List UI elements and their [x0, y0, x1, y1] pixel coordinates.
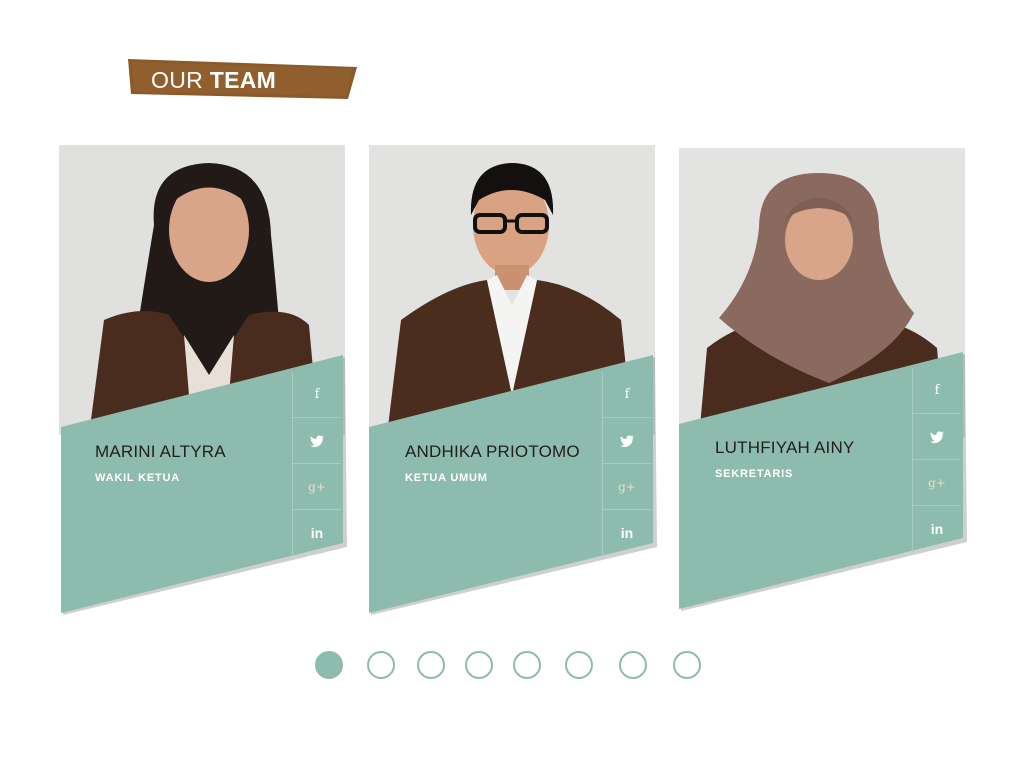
section-heading: OUR TEAM	[128, 59, 358, 99]
section-title: OUR TEAM	[151, 67, 276, 94]
pagination-dot-8[interactable]	[673, 651, 701, 679]
pagination-dot-5[interactable]	[513, 651, 541, 679]
member-info: LUTHFIYAH AINY SEKRETARIS	[715, 438, 910, 480]
google-plus-icon[interactable]: g+	[293, 464, 341, 510]
team-card: LUTHFIYAH AINY SEKRETARIS f g+ in	[679, 148, 967, 618]
team-card: MARINI ALTYRA WAKIL KETUA f g+ in	[59, 145, 347, 615]
twitter-icon[interactable]	[913, 414, 961, 460]
pagination-dot-4[interactable]	[465, 651, 493, 679]
social-links: f g+ in	[912, 368, 961, 552]
facebook-icon[interactable]: f	[913, 368, 961, 414]
member-role: KETUA UMUM	[405, 472, 488, 484]
member-role: WAKIL KETUA	[95, 472, 180, 484]
google-plus-icon[interactable]: g+	[603, 464, 651, 510]
pagination-dot-7[interactable]	[619, 651, 647, 679]
pagination-dot-3[interactable]	[417, 651, 445, 679]
linkedin-icon[interactable]: in	[603, 510, 651, 555]
member-name: MARINI ALTYRA	[95, 442, 226, 461]
pagination-dot-1[interactable]	[315, 651, 343, 679]
member-name: ANDHIKA PRIOTOMO	[405, 442, 580, 461]
twitter-icon[interactable]	[293, 418, 341, 464]
section-title-light: OUR	[151, 67, 204, 93]
section-title-bold: TEAM	[209, 67, 277, 93]
team-card: ANDHIKA PRIOTOMO KETUA UMUM f g+ in	[369, 145, 657, 615]
social-links: f g+ in	[292, 372, 341, 556]
twitter-icon[interactable]	[603, 418, 651, 464]
member-info: MARINI ALTYRA WAKIL KETUA	[95, 442, 290, 484]
social-links: f g+ in	[602, 372, 651, 556]
facebook-icon[interactable]: f	[603, 372, 651, 418]
member-name: LUTHFIYAH AINY	[715, 438, 855, 457]
pagination-dot-2[interactable]	[367, 651, 395, 679]
google-plus-icon[interactable]: g+	[913, 460, 961, 506]
linkedin-icon[interactable]: in	[913, 506, 961, 551]
member-role: SEKRETARIS	[715, 468, 794, 480]
linkedin-icon[interactable]: in	[293, 510, 341, 555]
pagination-dot-6[interactable]	[565, 651, 593, 679]
facebook-icon[interactable]: f	[293, 372, 341, 418]
member-info: ANDHIKA PRIOTOMO KETUA UMUM	[405, 442, 600, 484]
